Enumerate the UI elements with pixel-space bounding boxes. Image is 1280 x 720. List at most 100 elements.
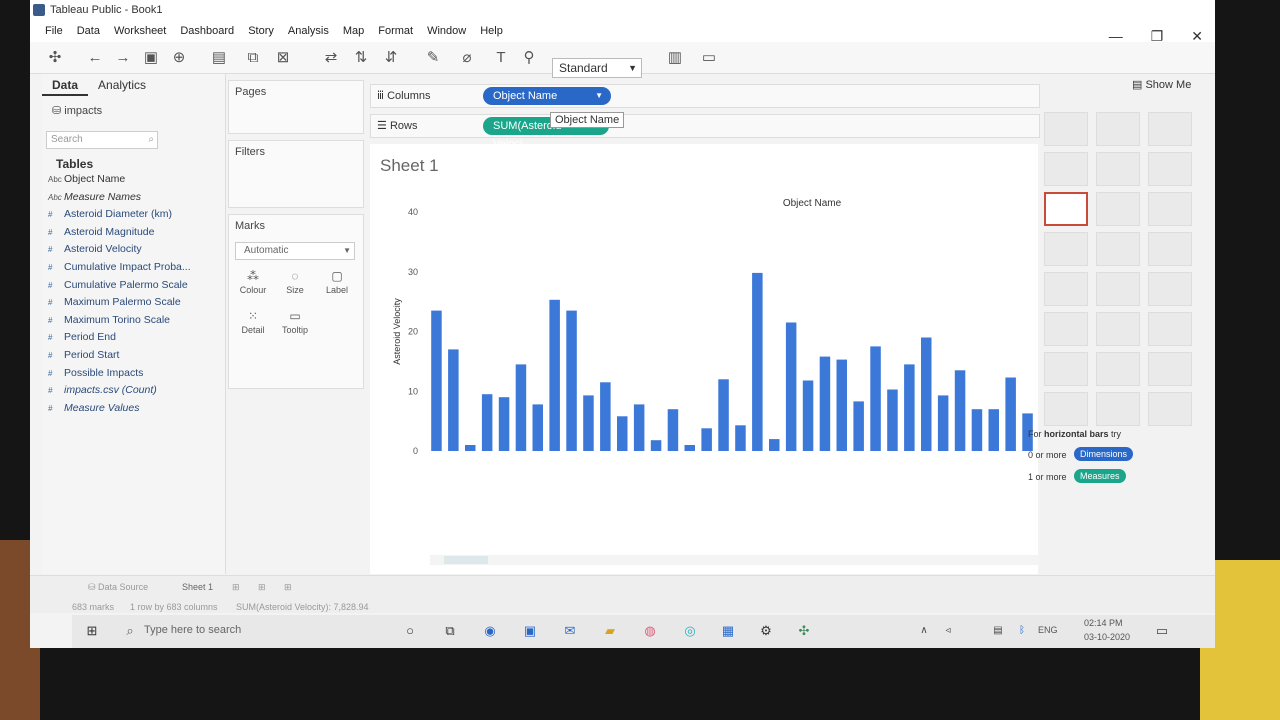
datasource-name[interactable]: ⛁ impacts: [42, 96, 225, 117]
chart-type-thumbnail[interactable]: [1044, 232, 1088, 266]
bar[interactable]: [617, 416, 628, 451]
menu-map[interactable]: Map: [336, 25, 371, 37]
bar[interactable]: [971, 409, 983, 451]
bar[interactable]: [498, 397, 510, 451]
chart-type-thumbnail[interactable]: [1044, 272, 1088, 306]
pages-card[interactable]: Pages: [228, 80, 364, 134]
network-icon[interactable]: ▤: [990, 623, 1006, 639]
chart-type-thumbnail[interactable]: [1148, 272, 1192, 306]
chart-type-thumbnail[interactable]: [1096, 152, 1140, 186]
bar[interactable]: [667, 409, 679, 451]
mail-icon[interactable]: ✉: [562, 623, 578, 639]
bar[interactable]: [870, 346, 881, 451]
chart-type-thumbnail[interactable]: [1096, 312, 1140, 346]
bar[interactable]: [752, 272, 763, 451]
edge-icon[interactable]: ◉: [482, 623, 498, 639]
show-cards-icon[interactable]: ▥: [666, 49, 684, 67]
scrollbar-thumb[interactable]: [444, 556, 488, 564]
task-view-icon[interactable]: ⧉: [442, 623, 458, 639]
chart-type-thumbnail[interactable]: [1096, 272, 1140, 306]
volume-icon[interactable]: ◃: [940, 623, 956, 639]
columns-pill-object-name[interactable]: Object Name ▼: [483, 87, 611, 105]
bar[interactable]: [718, 379, 729, 451]
field-item[interactable]: # Measure Values: [42, 400, 225, 418]
tooltip-button[interactable]: ▭ Tooltip: [277, 309, 313, 343]
menu-format[interactable]: Format: [371, 25, 420, 37]
colour-button[interactable]: ⁂ Colour: [235, 269, 271, 303]
menu-file[interactable]: File: [38, 25, 70, 37]
forward-icon[interactable]: →: [114, 49, 132, 67]
field-item[interactable]: Abc Object Name: [42, 171, 225, 189]
duplicate-sheet-icon[interactable]: ⧉: [244, 49, 262, 67]
chrome-icon[interactable]: ◍: [642, 623, 658, 639]
bar[interactable]: [853, 401, 864, 451]
chart-type-thumbnail[interactable]: [1096, 352, 1140, 386]
bar[interactable]: [904, 364, 915, 451]
chart-type-thumbnail[interactable]: [1044, 112, 1088, 146]
bar[interactable]: [600, 382, 611, 451]
field-item[interactable]: # Period End: [42, 329, 225, 347]
chart-type-thumbnail[interactable]: [1044, 152, 1088, 186]
field-item[interactable]: # Possible Impacts: [42, 365, 225, 383]
bluetooth-icon[interactable]: ᛒ: [1014, 623, 1030, 639]
bar[interactable]: [921, 337, 932, 452]
chevron-up-icon[interactable]: ∧: [916, 623, 932, 639]
label-button[interactable]: ▢ Label: [319, 269, 355, 303]
chart-type-thumbnail[interactable]: [1148, 352, 1192, 386]
app-icon-calendar[interactable]: ▦: [720, 623, 736, 639]
bar[interactable]: [650, 440, 662, 451]
swap-icon[interactable]: ⇄: [322, 49, 340, 67]
bar[interactable]: [988, 409, 1000, 451]
menu-dashboard[interactable]: Dashboard: [173, 25, 241, 37]
store-icon[interactable]: ▣: [522, 623, 538, 639]
bar[interactable]: [431, 310, 442, 451]
datasource-tab[interactable]: ⛁ Data Source: [88, 582, 148, 593]
chart-type-thumbnail[interactable]: [1044, 392, 1088, 426]
menu-help[interactable]: Help: [473, 25, 510, 37]
new-dashboard-tab-icon[interactable]: ⊞: [258, 582, 266, 593]
menu-data[interactable]: Data: [70, 25, 107, 37]
mark-type-select[interactable]: Automatic ▼: [235, 242, 355, 260]
sort-asc-icon[interactable]: ⇅: [352, 49, 370, 67]
chart-type-thumbnail[interactable]: [1096, 192, 1140, 226]
detail-button[interactable]: ⁙ Detail: [235, 309, 271, 343]
filters-card[interactable]: Filters: [228, 140, 364, 208]
chart-type-thumbnail[interactable]: [1044, 192, 1088, 226]
bar[interactable]: [836, 359, 848, 451]
bar[interactable]: [785, 322, 797, 452]
back-icon[interactable]: ←: [86, 49, 104, 67]
pin-icon[interactable]: ⚲: [520, 49, 538, 67]
search-icon[interactable]: ⌕: [122, 623, 138, 639]
rows-shelf[interactable]: ☰ Rows SUM(Asteroid Veloci..: [370, 114, 1040, 150]
new-sheet-icon[interactable]: ▤: [210, 49, 228, 67]
bar[interactable]: [515, 364, 527, 451]
bar[interactable]: [549, 299, 560, 451]
new-story-tab-icon[interactable]: ⊞: [284, 582, 292, 593]
field-item[interactable]: # Asteroid Diameter (km): [42, 206, 225, 224]
new-sheet-tab-icon[interactable]: ⊞: [232, 582, 240, 593]
tab-analytics[interactable]: Analytics: [88, 74, 156, 96]
chart-type-thumbnail[interactable]: [1148, 312, 1192, 346]
field-item[interactable]: # impacts.csv (Count): [42, 382, 225, 400]
browser-icon[interactable]: ◎: [682, 623, 698, 639]
field-item[interactable]: # Maximum Palermo Scale: [42, 294, 225, 312]
taskbar-search[interactable]: Type here to search: [144, 624, 241, 636]
bar[interactable]: [481, 394, 493, 451]
cortana-icon[interactable]: ○: [402, 623, 418, 639]
field-item[interactable]: # Cumulative Palermo Scale: [42, 277, 225, 295]
tab-data[interactable]: Data: [42, 74, 89, 96]
bar[interactable]: [566, 310, 577, 451]
columns-shelf[interactable]: ⅲ Columns Object Name ▼: [370, 84, 1040, 108]
bar[interactable]: [583, 395, 594, 451]
save-icon[interactable]: ▣: [142, 49, 160, 67]
presentation-icon[interactable]: ▭: [700, 49, 718, 67]
bar[interactable]: [633, 404, 645, 451]
show-me-header[interactable]: ▤ Show Me: [1132, 78, 1191, 91]
chart-type-thumbnail[interactable]: [1096, 232, 1140, 266]
bar[interactable]: [1005, 377, 1016, 452]
bar[interactable]: [684, 445, 696, 451]
bar[interactable]: [448, 349, 459, 451]
text-icon[interactable]: T: [492, 49, 510, 67]
menu-worksheet[interactable]: Worksheet: [107, 25, 173, 37]
language-indicator[interactable]: ENG: [1038, 625, 1058, 635]
